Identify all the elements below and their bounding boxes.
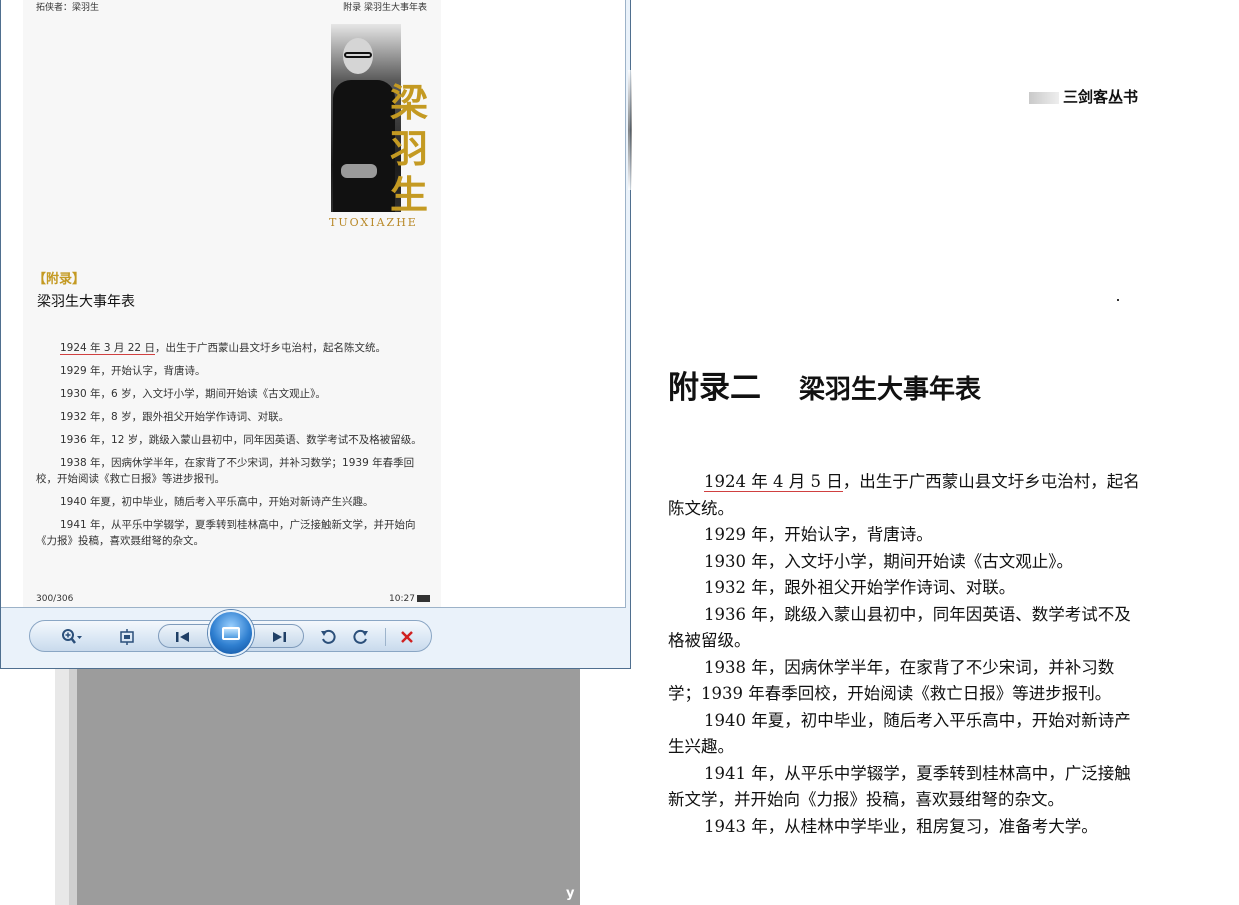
slideshow-icon bbox=[222, 626, 240, 640]
zoom-icon bbox=[62, 629, 82, 644]
book-body: 1924 年 4 月 5 日，出生于广西蒙山县文圩乡屯治村，起名陈文统。 192… bbox=[668, 469, 1140, 840]
viewer-image-area[interactable]: 拓侠者：梁羽生 附录 梁羽生大事年表 梁 羽 生 TUOXIAZHE 【附录】 … bbox=[1, 0, 626, 608]
previous-icon bbox=[176, 632, 189, 642]
appendix-tag: 【附录】 bbox=[33, 272, 86, 287]
book-paragraph: 1938 年，因病休学半年，在家背了不少宋词，并补习数学；1939 年春季回校，… bbox=[668, 657, 1115, 704]
actual-size-icon bbox=[120, 629, 134, 645]
rotate-cw-icon bbox=[353, 629, 368, 644]
delete-icon bbox=[401, 631, 413, 643]
ebook-paragraph: 1938 年，因病休学半年，在家背了不少宋词，并补习数学；1939 年春季回校，… bbox=[36, 457, 415, 485]
book-paragraph: 1940 年夏，初中毕业，随后考入平乐高中，开始对新诗产生兴趣。 bbox=[668, 710, 1131, 757]
portrait-glasses bbox=[344, 52, 372, 58]
highlighted-date: 1924 年 3 月 22 日 bbox=[60, 342, 155, 355]
scan-edge-shadow bbox=[628, 70, 632, 190]
next-icon bbox=[273, 632, 286, 642]
paragraph-text: ，出生于广西蒙山县文圩乡屯治村，起名陈文统。 bbox=[154, 342, 386, 354]
ebook-title: 梁羽生大事年表 bbox=[37, 294, 135, 310]
watermark-text: y bbox=[566, 886, 575, 901]
scan-dot bbox=[1117, 299, 1119, 301]
rotate-clockwise-button[interactable] bbox=[348, 627, 374, 647]
calligraphy-char: 羽 bbox=[389, 126, 428, 171]
ebook-screenshot: 拓侠者：梁羽生 附录 梁羽生大事年表 梁 羽 生 TUOXIAZHE 【附录】 … bbox=[23, 0, 441, 607]
ebook-paragraph: 1929 年，开始认字，背唐诗。 bbox=[60, 365, 206, 377]
panel-edge bbox=[69, 668, 77, 905]
ebook-page-number: 300/306 bbox=[36, 594, 74, 604]
book-paragraph: 1943 年，从桂林中学毕业，租房复习，准备考大学。 bbox=[704, 816, 1098, 836]
book-paragraph: 1936 年，跳级入蒙山县初中，同年因英语、数学考试不及格被留级。 bbox=[668, 604, 1131, 651]
viewer-toolbar bbox=[29, 610, 432, 656]
delete-button[interactable] bbox=[394, 627, 420, 647]
zoom-button[interactable] bbox=[56, 627, 88, 647]
author-calligraphy: 梁 羽 生 bbox=[387, 80, 431, 218]
cover-caption: TUOXIAZHE bbox=[329, 216, 418, 229]
ebook-paragraph: 1932 年，8 岁，跟外祖父开始学作诗词、对联。 bbox=[60, 411, 290, 423]
portrait-body bbox=[333, 80, 395, 212]
background-gray-panel bbox=[55, 668, 580, 905]
slideshow-button[interactable] bbox=[208, 610, 254, 656]
ebook-paragraph: 1940 年夏，初中毕业，随后考入平乐高中，开始对新诗产生兴趣。 bbox=[60, 496, 374, 508]
ebook-paragraph: 1930 年，6 岁，入文圩小学，期间开始读《古文观止》。 bbox=[60, 388, 326, 400]
calligraphy-char: 生 bbox=[389, 172, 428, 217]
ebook-paragraph: 1941 年，从平乐中学辍学，夏季转到桂林高中，广泛接触新文学，并开始向《力报》… bbox=[36, 519, 416, 547]
chapter-heading: 附录二 梁羽生大事年表 bbox=[668, 362, 981, 407]
book-paragraph: 1924 年 4 月 5 日，出生于广西蒙山县文圩乡屯治村，起名陈文统。 bbox=[668, 469, 1140, 522]
rotate-ccw-icon bbox=[321, 629, 336, 644]
battery-icon bbox=[416, 595, 430, 602]
book-paragraph: 1930 年，入文圩小学，期间开始读《古文观止》。 bbox=[704, 551, 1073, 571]
book-paragraph: 1929 年，开始认字，背唐诗。 bbox=[704, 525, 933, 544]
book-paragraph: 1932 年，跟外祖父开始学作诗词、对联。 bbox=[704, 578, 1016, 597]
ebook-header-chapter: 附录 梁羽生大事年表 bbox=[343, 3, 427, 13]
ebook-body: 1924 年 3 月 22 日，出生于广西蒙山县文圩乡屯治村，起名陈文统。 19… bbox=[36, 340, 429, 556]
portrait-hand bbox=[341, 164, 377, 178]
next-button[interactable] bbox=[266, 627, 292, 647]
highlighted-date: 1924 年 4 月 5 日 bbox=[704, 472, 843, 492]
actual-size-button[interactable] bbox=[114, 627, 140, 647]
ebook-paragraph: 1924 年 3 月 22 日，出生于广西蒙山县文圩乡屯治村，起名陈文统。 bbox=[36, 340, 429, 356]
previous-button[interactable] bbox=[170, 627, 196, 647]
scan-smudge bbox=[1029, 92, 1059, 104]
ebook-status-time: 10:27 bbox=[389, 594, 430, 604]
ebook-header-author: 拓侠者：梁羽生 bbox=[36, 3, 100, 13]
calligraphy-char: 梁 bbox=[389, 80, 428, 125]
status-time: 10:27 bbox=[389, 594, 415, 604]
toolbar-divider bbox=[385, 628, 386, 646]
chapter-label: 附录二 bbox=[668, 370, 761, 406]
series-name: 三剑客丛书 bbox=[1063, 88, 1139, 106]
book-series-header: 三剑客丛书 bbox=[1029, 86, 1138, 107]
rotate-counterclockwise-button[interactable] bbox=[315, 627, 341, 647]
book-paragraph: 1941 年，从平乐中学辍学，夏季转到桂林高中，广泛接触新文学，并开始向《力报》… bbox=[668, 763, 1131, 810]
chapter-title: 梁羽生大事年表 bbox=[799, 375, 982, 405]
photo-viewer-window: 拓侠者：梁羽生 附录 梁羽生大事年表 梁 羽 生 TUOXIAZHE 【附录】 … bbox=[0, 0, 631, 669]
ebook-paragraph: 1936 年，12 岁，跳级入蒙山县初中，同年因英语、数学考试不及格被留级。 bbox=[60, 434, 422, 446]
